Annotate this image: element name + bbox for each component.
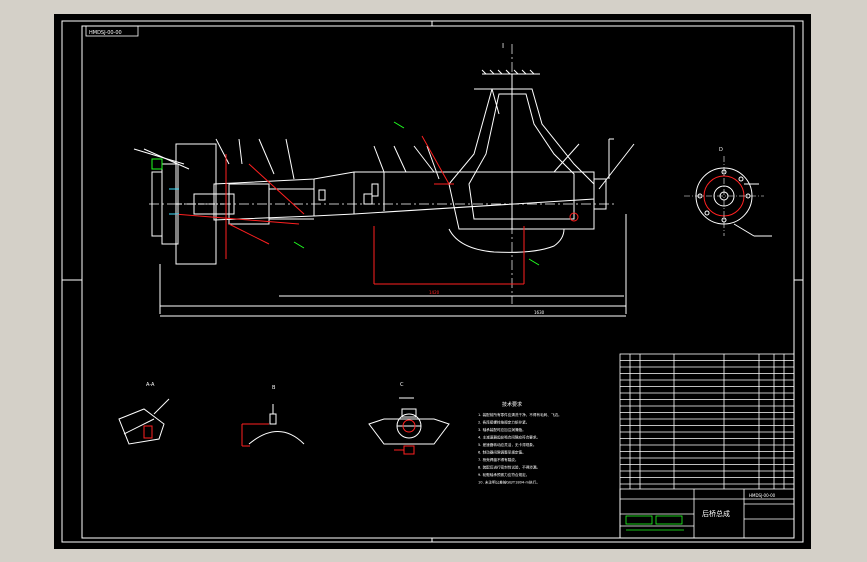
tech-req-title: 技术要求 (502, 401, 522, 408)
section-b-label: B (272, 385, 276, 391)
drawing-svg: HMDSJ-00-00 I 1630 1420 D A-A B C 技术要求 1… (61, 20, 804, 543)
title-block-name: 后桥总成 (702, 509, 730, 518)
tech-req-lines: 1. 装配前所有零件应清洗干净，不得有毛刺、飞边。 2. 各连接螺栓按规定力矩拧紧… (478, 412, 562, 485)
tech-req-line: 1. 装配前所有零件应清洗干净，不得有毛刺、飞边。 (478, 412, 562, 417)
dimension-track: 1420 (429, 290, 440, 295)
end-view-label: D (719, 147, 723, 153)
tech-req-line: 10. 未注明公差按GB/T1804-m执行。 (478, 480, 540, 485)
tech-requirements: 技术要求 1. 装配前所有零件应清洗干净，不得有毛刺、飞边。 2. 各连接螺栓按规… (478, 401, 562, 485)
end-view (684, 156, 772, 237)
section-a-label: A-A (146, 382, 155, 388)
tech-req-line: 5. 差速器转动应灵活，无卡滞现象。 (478, 442, 536, 447)
title-block-drawing-number: HMDSJ-00-00 (749, 493, 776, 498)
red-dimensions (173, 135, 579, 285)
main-view-label: I (502, 42, 504, 50)
zone-ticks (62, 21, 803, 542)
tech-req-line: 8. 装配后进行密封性试验，不得渗漏。 (478, 465, 540, 470)
dimension-overall-width: 1630 (534, 310, 545, 315)
tech-req-line: 6. 制动器间隙调整至规定值。 (478, 450, 526, 455)
drawing-canvas[interactable]: HMDSJ-00-00 I 1630 1420 D A-A B C 技术要求 1… (54, 14, 811, 549)
tech-req-line: 7. 桥壳焊缝不得有裂纹。 (478, 457, 519, 462)
title-block-green (625, 515, 684, 531)
main-view (133, 44, 635, 317)
section-c-label: C (400, 382, 404, 388)
tech-req-line: 2. 各连接螺栓按规定力矩拧紧。 (478, 420, 529, 425)
inner-border (81, 25, 795, 539)
section-c-view (368, 397, 450, 445)
cad-window: HMDSJ-00-00 I 1630 1420 D A-A B C 技术要求 1… (0, 0, 867, 562)
tech-req-line: 4. 主减速器齿轮啮合间隙应符合要求。 (478, 435, 540, 440)
outer-border (61, 20, 804, 543)
tech-req-line: 9. 轮毂轴承预紧力应符合规定。 (478, 472, 529, 477)
parts-list-rows (620, 354, 794, 489)
section-b-red (241, 423, 269, 447)
section-a-view (118, 398, 170, 445)
drawing-number: HMDSJ-00-00 (89, 30, 122, 36)
tech-req-line: 3. 轴承装配时应加注润滑脂。 (478, 427, 526, 432)
